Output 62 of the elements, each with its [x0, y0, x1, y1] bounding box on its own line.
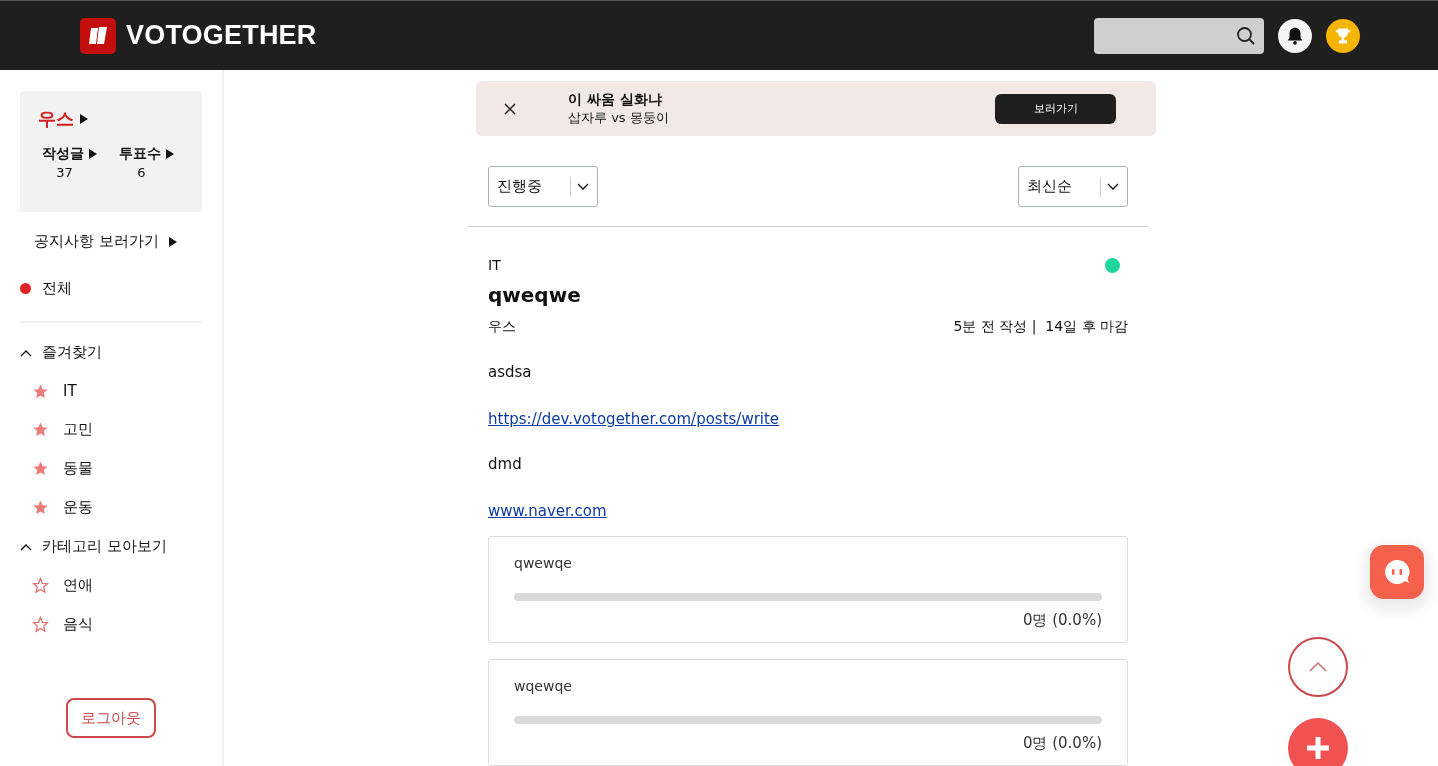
star-icon	[32, 460, 49, 477]
chat-button[interactable]	[1370, 545, 1424, 599]
logo-icon	[80, 17, 116, 54]
category-item[interactable]: 전체	[20, 279, 72, 298]
category-item[interactable]: IT	[32, 382, 77, 400]
plus-icon	[1305, 735, 1331, 761]
vote-option[interactable]: qwewqe 0명 (0.0%)	[488, 536, 1128, 643]
category-item[interactable]: 동물	[32, 459, 93, 478]
star-icon	[32, 616, 49, 633]
scroll-top-button[interactable]	[1288, 637, 1348, 697]
post-text: asdsa	[488, 363, 533, 381]
option-label: wqewqe	[514, 678, 573, 694]
view-button[interactable]: 보러가기	[995, 93, 1116, 124]
chevron-up-icon	[1308, 661, 1328, 673]
write-button[interactable]	[1288, 718, 1348, 766]
star-icon	[32, 382, 49, 400]
search-field[interactable]	[1094, 17, 1264, 54]
post-time: 5분 전 작성 | 14일 후 마감	[953, 318, 1128, 336]
stat-label[interactable]: 작성글	[42, 145, 97, 163]
notification-button[interactable]	[1278, 18, 1312, 53]
stat-value: 37	[56, 165, 73, 180]
filter-select[interactable]: 진행중	[488, 166, 598, 208]
post-category: IT	[488, 257, 501, 273]
post-link[interactable]: https://dev.votogether.com/posts/write	[488, 410, 780, 428]
chat-icon	[1382, 557, 1412, 587]
ranking-button[interactable]	[1326, 18, 1360, 53]
triangle-icon	[166, 149, 174, 159]
notice-link[interactable]: 공지사항 보러가기	[34, 232, 177, 251]
section-toggle[interactable]: 즐겨찾기	[20, 343, 102, 362]
section-toggle[interactable]: 카테고리 모아보기	[20, 537, 167, 556]
category-item[interactable]: 고민	[32, 420, 93, 439]
caret-icon	[1107, 182, 1119, 191]
triangle-icon	[80, 114, 88, 124]
vote-count: 0명 (0.0%)	[1022, 611, 1102, 630]
post-link[interactable]: www.naver.com	[488, 502, 607, 520]
star-icon	[32, 421, 49, 438]
post-author: 우스	[488, 318, 516, 336]
stat-value: 6	[137, 165, 146, 180]
stat-label[interactable]: 투표수	[119, 145, 174, 163]
vote-count: 0명 (0.0%)	[1022, 734, 1102, 753]
post-text: dmd	[488, 455, 523, 473]
caret-icon	[577, 182, 589, 191]
caret-icon	[20, 348, 32, 357]
triangle-icon	[89, 149, 97, 159]
category-item[interactable]: 운동	[32, 498, 93, 517]
banner-subtitle: 삽자루 vs 몽둥이	[568, 108, 670, 127]
banner-title: 이 싸움 실화냐	[568, 90, 663, 109]
caret-icon	[20, 542, 32, 551]
logout-button[interactable]: 로그아웃	[66, 698, 156, 738]
nickname-link[interactable]: 우스	[38, 107, 88, 131]
filter-select[interactable]: 최신순	[1018, 166, 1128, 208]
option-label: qwewqe	[514, 555, 573, 571]
close-button[interactable]	[502, 100, 518, 117]
category-item[interactable]: 음식	[32, 615, 93, 634]
triangle-icon	[168, 236, 177, 247]
post-title: qweqwe	[488, 283, 582, 307]
logo-text: VOTOGETHER	[126, 20, 317, 51]
category-item[interactable]: 연애	[32, 576, 93, 595]
vote-option[interactable]: wqewqe 0명 (0.0%)	[488, 659, 1128, 766]
star-icon	[32, 577, 49, 594]
search-icon	[1236, 25, 1256, 46]
star-icon	[32, 499, 49, 516]
